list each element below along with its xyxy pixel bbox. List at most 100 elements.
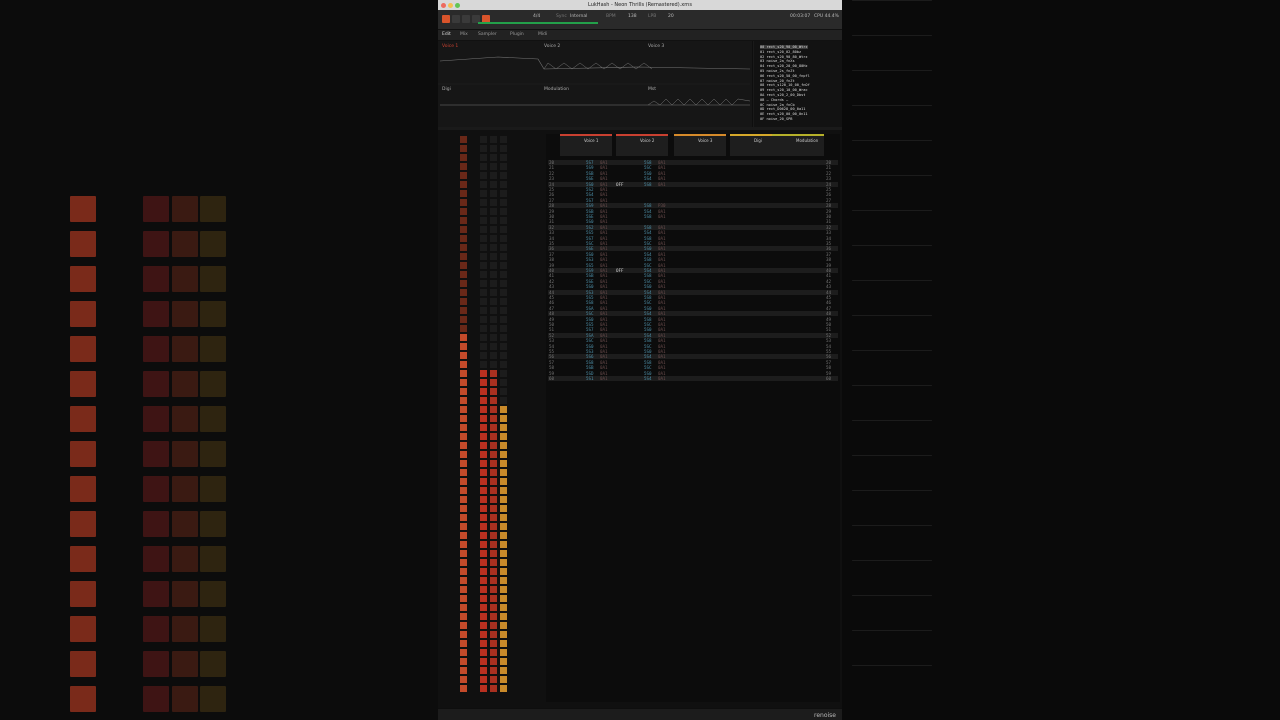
sequence-slot[interactable] [480,505,487,512]
pattern-cell[interactable]: 5S4 [644,230,652,235]
sequence-slot[interactable] [500,217,507,224]
pattern-cell[interactable]: 5S5 [586,263,594,268]
sequence-slot[interactable] [500,253,507,260]
pattern-cell[interactable]: 5SE [586,279,594,284]
pattern-cell[interactable]: 5S0 [586,252,594,257]
pattern-cell[interactable]: 5SC [644,263,652,268]
pattern-cell[interactable]: 5SB [586,273,594,278]
instrument-item[interactable]: 01 rect_s20_02_80bz [760,50,801,54]
pattern-cell[interactable]: 0A1 [600,354,608,359]
sequence-slot[interactable] [500,352,507,359]
pattern-cell[interactable]: 5S8 [644,360,652,365]
sequence-slot[interactable] [460,199,467,206]
instrument-item[interactable]: 03 noise_2a_fnXs [760,59,795,63]
sequence-slot[interactable] [460,541,467,548]
pattern-cell[interactable]: 5S8 [644,225,652,230]
pattern-cell[interactable]: 5S0 [644,349,652,354]
pattern-cell[interactable]: 0A1 [658,290,666,295]
sequence-slot[interactable] [500,649,507,656]
sequence-slot[interactable] [480,316,487,323]
sequence-slot[interactable] [480,595,487,602]
sequence-slot[interactable] [460,343,467,350]
sequence-slot[interactable] [500,271,507,278]
pattern-cell[interactable]: 5S3 [586,349,594,354]
sequence-slot[interactable] [460,577,467,584]
pattern-cell[interactable]: 0A1 [658,333,666,338]
sequence-slot[interactable] [500,199,507,206]
pattern-cell[interactable]: 0A1 [658,349,666,354]
pattern-cell[interactable]: 0A1 [658,214,666,219]
sequence-slot[interactable] [500,451,507,458]
pattern-cell[interactable]: 0A1 [600,290,608,295]
sequence-slot[interactable] [500,334,507,341]
pattern-cell[interactable]: 0A1 [600,176,608,181]
sequence-slot[interactable] [500,235,507,242]
sequence-slot[interactable] [460,550,467,557]
instrument-list[interactable]: 00 rect_s20_90_00_Wtrz 01 rect_s20_02_80b… [754,41,842,127]
pattern-cell[interactable]: 0A1 [600,263,608,268]
sequence-slot[interactable] [480,649,487,656]
track-header[interactable]: Voice 1 [560,134,612,156]
sequence-slot[interactable] [500,406,507,413]
pattern-cell[interactable]: 5SA [586,306,594,311]
sequence-slot[interactable] [460,397,467,404]
sequence-slot[interactable] [490,262,497,269]
pattern-cell[interactable]: 0A1 [600,252,608,257]
pattern-cell[interactable]: 5SC [586,338,594,343]
pattern-cell[interactable]: 0A1 [600,317,608,322]
pattern-cell[interactable]: 0A1 [658,268,666,273]
pattern-cell[interactable]: 0A1 [658,317,666,322]
sequence-slot[interactable] [460,262,467,269]
sequence-slot[interactable] [460,208,467,215]
sequence-slot[interactable] [500,559,507,566]
sequence-slot[interactable] [460,622,467,629]
automation-curves[interactable] [438,41,750,127]
sequence-slot[interactable] [460,649,467,656]
sequence-slot[interactable] [490,460,497,467]
sequence-slot[interactable] [500,145,507,152]
pattern-cell[interactable]: 5S4 [644,290,652,295]
pattern-cell[interactable]: 0A1 [600,300,608,305]
pattern-cell[interactable]: 0A1 [600,284,608,289]
pattern-cell[interactable]: 5S4 [644,376,652,381]
pattern-cell[interactable]: 0A1 [600,230,608,235]
sequence-slot[interactable] [480,388,487,395]
sequence-slot[interactable] [480,253,487,260]
sequence-slot[interactable] [460,289,467,296]
sequence-slot[interactable] [480,271,487,278]
pattern-cell[interactable]: 0A1 [658,209,666,214]
sequence-slot[interactable] [480,532,487,539]
sequence-slot[interactable] [490,208,497,215]
sequence-slot[interactable] [490,442,497,449]
pattern-cell[interactable]: 5S0 [644,306,652,311]
pattern-cell[interactable]: 5S9 [586,203,594,208]
sequence-slot[interactable] [460,370,467,377]
sync-value[interactable]: Internal [570,14,587,19]
sequence-slot[interactable] [490,631,497,638]
play-icon[interactable] [442,15,450,23]
pattern-cell[interactable]: 5S8 [586,360,594,365]
sequence-slot[interactable] [480,622,487,629]
pattern-cell[interactable]: 0A1 [658,295,666,300]
instrument-item[interactable]: 0C noise_2a_fnCb [760,103,795,107]
pattern-cell[interactable]: 5SC [644,300,652,305]
note-off[interactable]: OFF [616,268,624,273]
pattern-cell[interactable]: 0A1 [600,203,608,208]
sequence-slot[interactable] [480,442,487,449]
sequence-slot[interactable] [460,676,467,683]
pattern-cell[interactable]: P30 [658,203,666,208]
sequence-slot[interactable] [480,181,487,188]
sequence-slot[interactable] [480,199,487,206]
sequence-slot[interactable] [490,235,497,242]
sequence-slot[interactable] [480,424,487,431]
sequence-slot[interactable] [490,514,497,521]
pattern-cell[interactable]: 0A1 [658,225,666,230]
sequence-slot[interactable] [460,514,467,521]
pattern-cell[interactable]: 0A1 [600,365,608,370]
pattern-cell[interactable]: 5S5 [586,322,594,327]
sequence-slot[interactable] [500,613,507,620]
pattern-cell[interactable]: 5SD [586,371,594,376]
sequence-slot[interactable] [490,424,497,431]
sequence-slot[interactable] [500,181,507,188]
sequence-slot[interactable] [500,460,507,467]
